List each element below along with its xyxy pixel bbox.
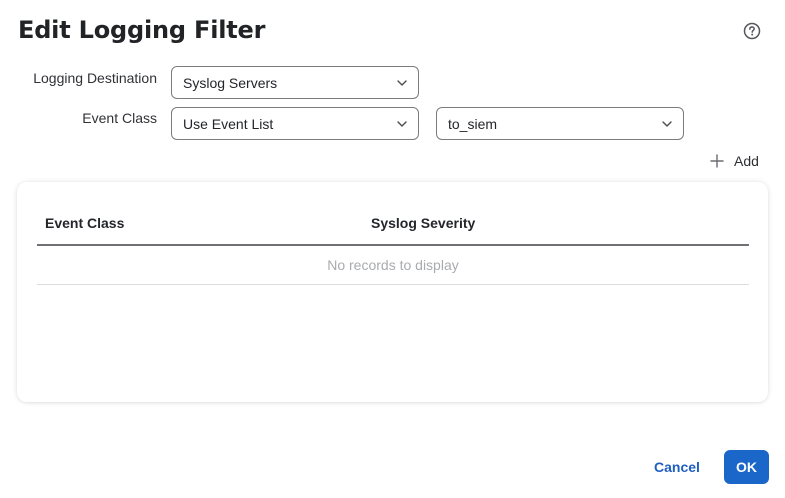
event-class-select[interactable]: Use Event List	[171, 107, 419, 140]
event-class-value: Use Event List	[183, 116, 274, 132]
edit-logging-filter-dialog: Edit Logging Filter Logging Destination …	[0, 0, 785, 498]
column-header-syslog-severity[interactable]: Syslog Severity	[371, 215, 475, 231]
event-list-select[interactable]: to_siem	[436, 107, 684, 140]
cancel-button[interactable]: Cancel	[645, 451, 709, 483]
add-button-label: Add	[734, 153, 759, 169]
chevron-down-icon	[662, 121, 672, 127]
plus-icon	[710, 154, 724, 168]
chevron-down-icon	[397, 80, 407, 86]
empty-table-message: No records to display	[37, 246, 749, 285]
event-list-value: to_siem	[448, 116, 498, 132]
logging-destination-value: Syslog Servers	[183, 75, 278, 91]
help-icon[interactable]	[743, 22, 761, 40]
dialog-title: Edit Logging Filter	[18, 16, 266, 44]
event-class-table-card: Event Class Syslog Severity No records t…	[17, 182, 768, 402]
logging-destination-label: Logging Destination	[33, 70, 157, 86]
logging-destination-select[interactable]: Syslog Servers	[171, 66, 419, 99]
event-class-label: Event Class	[82, 110, 157, 126]
column-header-event-class[interactable]: Event Class	[45, 215, 124, 231]
ok-button[interactable]: OK	[724, 450, 769, 484]
add-button[interactable]: Add	[710, 151, 759, 171]
chevron-down-icon	[397, 121, 407, 127]
